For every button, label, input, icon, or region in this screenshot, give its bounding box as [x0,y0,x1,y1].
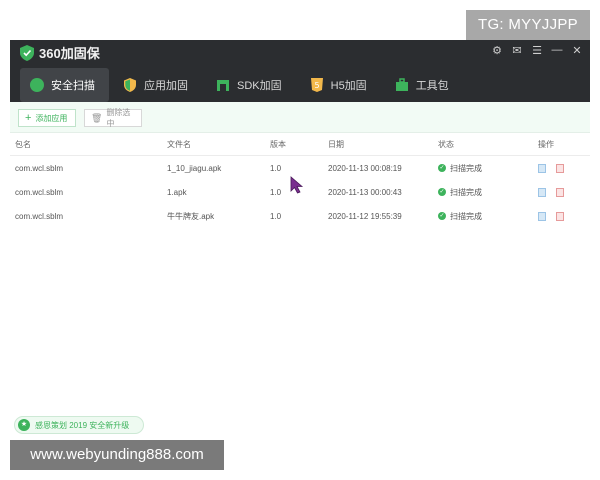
view-report-icon[interactable] [538,211,546,221]
minimize-icon[interactable]: — [550,44,564,57]
trash-icon: 🗑 [91,112,103,123]
export-pdf-icon[interactable] [556,163,564,173]
export-pdf-icon[interactable] [556,187,564,197]
cell-filename: 牛牛牌友.apk [167,211,215,221]
tab-label: 应用加固 [144,80,188,92]
tab-sdk-hardening[interactable]: SDK加固 [202,68,296,102]
check-icon: ✓ [438,212,446,220]
column-header-status[interactable]: 状态 [438,133,538,156]
window-controls: ⚙ ✉ ☰ — ✕ [490,44,584,57]
tab-h5-hardening[interactable]: 5 H5加固 [296,68,381,102]
column-header-date[interactable]: 日期 [328,133,438,156]
toolbar: + 添加应用 🗑 删除选中 [10,102,590,133]
plus-icon: + [25,112,32,124]
status-text: 扫描完成 [450,187,482,197]
cell-status: ✓ 扫描完成 [438,180,538,204]
close-icon[interactable]: ✕ [570,44,584,57]
check-icon: ✓ [438,164,446,172]
export-pdf-icon[interactable] [556,211,564,221]
view-report-icon[interactable] [538,163,546,173]
app-title-area: 360加固保 [20,43,100,62]
check-icon: ✓ [438,188,446,196]
tab-label: H5加固 [330,80,367,92]
tab-security-scan[interactable]: 安全扫描 [20,68,109,102]
tab-label: 安全扫描 [51,80,95,92]
status-text: 扫描完成 [450,163,482,173]
scan-icon [30,78,44,92]
sdk-icon [217,80,229,91]
cell-package: com.wcl.sblm [15,211,64,221]
upgrade-text: 感恩策划 2019 安全新升级 [35,420,130,430]
shield-icon [124,78,136,92]
cell-version: 1.0 [270,211,282,221]
gift-icon: ★ [18,419,30,431]
cell-actions [538,180,590,204]
cell-filename: 1_10_jiagu.apk [167,163,222,173]
view-report-icon[interactable] [538,187,546,197]
add-app-button[interactable]: + 添加应用 [18,109,76,127]
column-header-filename[interactable]: 文件名 [167,133,270,156]
cell-date: 2020-11-13 00:08:19 [328,163,402,173]
app-logo-icon [20,44,34,61]
menu-icon[interactable]: ☰ [530,44,544,57]
tab-label: 工具包 [415,80,449,92]
add-app-label: 添加应用 [35,113,68,123]
cell-date: 2020-11-13 00:00:43 [328,187,402,197]
cell-actions [538,204,590,228]
tab-label: SDK加固 [237,80,282,92]
column-header-package[interactable]: 包名 [10,133,167,156]
tab-app-hardening[interactable]: 应用加固 [109,68,202,102]
table-row[interactable]: com.wcl.sblm 牛牛牌友.apk 1.0 2020-11-12 19:… [10,204,590,228]
settings-icon[interactable]: ⚙ [490,44,504,57]
cell-filename: 1.apk [167,187,187,197]
tab-toolkit[interactable]: 工具包 [381,68,463,102]
app-title: 360加固保 [39,46,100,61]
table-header-row: 包名 文件名 版本 日期 状态 操作 [10,133,590,156]
toolbox-icon [395,78,408,91]
app-window: 360加固保 ⚙ ✉ ☰ — ✕ 安全扫描 应用加固 SDK加固 5 H5加固 … [10,40,590,440]
cell-actions [538,156,590,181]
h5-icon: 5 [310,78,323,92]
column-header-actions: 操作 [538,133,590,156]
mouse-cursor-icon [290,176,304,194]
delete-selected-button[interactable]: 🗑 删除选中 [84,108,142,128]
cell-package: com.wcl.sblm [15,163,64,173]
cell-status: ✓ 扫描完成 [438,156,538,181]
status-text: 扫描完成 [450,211,482,221]
upgrade-banner[interactable]: ★ 感恩策划 2019 安全新升级 [14,416,144,434]
cell-status: ✓ 扫描完成 [438,204,538,228]
cell-date: 2020-11-12 19:55:39 [328,211,402,221]
watermark-telegram: TG: MYYJJPP [466,10,590,40]
svg-text:5: 5 [314,81,319,90]
message-icon[interactable]: ✉ [510,44,524,57]
watermark-url: www.webyunding888.com [10,440,224,470]
title-bar: 360加固保 ⚙ ✉ ☰ — ✕ 安全扫描 应用加固 SDK加固 5 H5加固 … [10,40,590,102]
cell-package: com.wcl.sblm [15,187,64,197]
column-header-version[interactable]: 版本 [270,133,328,156]
delete-selected-label: 删除选中 [106,108,131,128]
main-nav: 安全扫描 应用加固 SDK加固 5 H5加固 工具包 [20,68,463,102]
